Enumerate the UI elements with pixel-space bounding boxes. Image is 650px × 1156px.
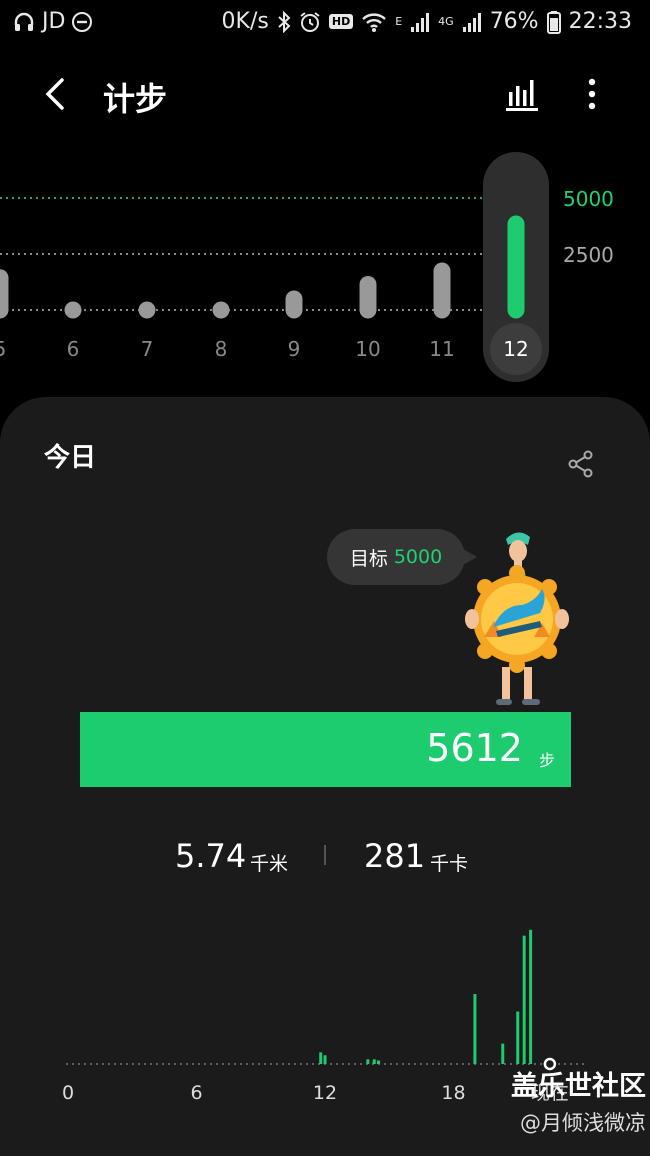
day-bar <box>473 994 477 1064</box>
goal-label: 目标 <box>349 547 388 570</box>
steps-unit: 步 <box>538 751 555 770</box>
watermark-user: @月倾浅微凉 <box>520 1111 646 1135</box>
goal-line-label: 5000 <box>563 187 614 211</box>
day-bar <box>516 1011 520 1064</box>
hour-bar-6[interactable] <box>64 301 82 319</box>
wifi-icon <box>362 12 387 32</box>
hour-label-11[interactable]: 11 <box>429 337 454 361</box>
steps-count: 5612 <box>426 726 523 770</box>
goal-bubble: 目标 5000 <box>327 529 477 585</box>
trends-button[interactable] <box>503 74 543 114</box>
day-tick-label: 12 <box>313 1082 337 1104</box>
more-vertical-icon <box>588 78 596 110</box>
alarm-icon <box>300 11 320 32</box>
mascot-medal-illustration <box>465 532 569 705</box>
hour-label-10[interactable]: 10 <box>355 337 380 361</box>
network-type-2: 4G <box>438 15 454 28</box>
watermark-brand: 盖乐世社区 <box>511 1071 646 1102</box>
steps-progress-bar: 5612 步 <box>80 712 571 787</box>
back-button[interactable] <box>36 74 76 114</box>
do-not-disturb-icon <box>72 11 93 32</box>
app-bar: 计步 <box>0 60 650 130</box>
hour-label-7[interactable]: 7 <box>141 337 154 361</box>
chevron-left-icon <box>45 78 64 110</box>
day-bar <box>366 1059 370 1064</box>
stats-divider <box>324 845 326 865</box>
hour-label-9[interactable]: 9 <box>288 337 301 361</box>
community-watermark: 盖乐世社区 @月倾浅微凉 <box>486 1064 646 1137</box>
hour-label-8[interactable]: 8 <box>215 337 228 361</box>
goal-value: 5000 <box>393 546 443 568</box>
stats-row: 5.74 千米 281 千卡 <box>0 837 650 881</box>
bar-chart-icon <box>506 80 538 111</box>
network-speed: 0K/s <box>221 9 269 34</box>
signal-icon <box>411 12 430 32</box>
hour-bar-10[interactable] <box>359 275 377 319</box>
share-icon <box>568 450 593 478</box>
hourly-steps-chart[interactable]: 5000 2500 5 6 7 8 9 10 11 12 <box>0 150 650 390</box>
day-tick-label: 18 <box>441 1082 465 1104</box>
day-bar <box>323 1055 327 1064</box>
headset-icon <box>14 12 34 31</box>
hour-bar-12[interactable] <box>507 215 525 319</box>
hour-bar-5[interactable] <box>0 269 9 319</box>
day-bar <box>319 1052 323 1064</box>
network-type-1: E <box>395 15 403 28</box>
distance-value: 5.74 <box>175 837 247 875</box>
hd-badge: HD <box>328 14 354 29</box>
hour-label-5[interactable]: 5 <box>0 337 6 361</box>
day-tick-label: 6 <box>190 1082 202 1104</box>
day-bar <box>522 935 526 1064</box>
more-options-button[interactable] <box>575 74 609 114</box>
battery-icon <box>546 10 561 34</box>
calories-value: 281 <box>364 837 426 875</box>
day-bar <box>377 1060 381 1064</box>
carrier-label: JD <box>42 9 66 34</box>
mid-line-label: 2500 <box>563 243 614 267</box>
hour-label-12[interactable]: 12 <box>503 337 528 361</box>
status-bar: JD 0K/s HD E 4G 76% 22:33 <box>0 0 650 44</box>
hour-bar-11[interactable] <box>433 262 451 319</box>
calories-unit: 千卡 <box>430 853 469 875</box>
signal-icon <box>462 12 481 32</box>
day-bar <box>529 929 533 1064</box>
page-title: 计步 <box>103 80 168 118</box>
hour-label-6[interactable]: 6 <box>67 337 80 361</box>
hour-bar-7[interactable] <box>138 301 156 319</box>
battery-percent: 76% <box>489 9 539 34</box>
day-bar <box>501 1043 505 1064</box>
hour-bar-9[interactable] <box>285 290 303 319</box>
today-title: 今日 <box>44 443 97 473</box>
share-button[interactable] <box>566 449 596 479</box>
distance-unit: 千米 <box>250 853 289 875</box>
day-bar <box>372 1059 376 1064</box>
clock: 22:33 <box>568 9 632 34</box>
today-card: 今日 目标 5000 5612 步 5.74 千米 281 千卡 0 6 12 … <box>0 397 650 1156</box>
day-tick-label: 0 <box>62 1082 74 1104</box>
hour-bar-8[interactable] <box>212 301 230 319</box>
bluetooth-icon <box>278 10 291 33</box>
